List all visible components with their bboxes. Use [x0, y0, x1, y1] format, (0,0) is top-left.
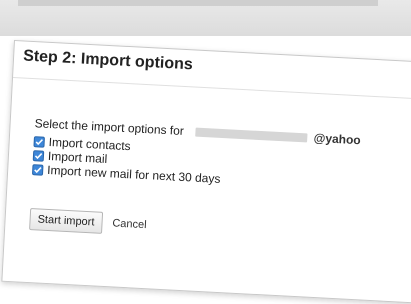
checkbox-import-contacts[interactable]	[33, 135, 46, 148]
cancel-link[interactable]: Cancel	[112, 217, 147, 231]
email-domain: @yahoo	[313, 130, 362, 148]
import-new-mail-label: Import new mail for next 30 days	[46, 162, 221, 186]
dialog-title: Step 2: Import options	[22, 47, 194, 74]
checkmark-icon	[35, 138, 44, 145]
checkmark-icon	[34, 152, 43, 159]
redacted-email-username	[195, 127, 308, 143]
background-window	[0, 0, 411, 36]
checkbox-import-mail[interactable]	[32, 149, 45, 162]
start-import-button[interactable]: Start import	[29, 208, 103, 234]
import-options-dialog: Step 2: Import options Select the import…	[1, 40, 411, 304]
background-window-edge	[18, 0, 378, 6]
title-divider	[13, 77, 411, 100]
checkbox-import-new-mail[interactable]	[31, 163, 44, 176]
checkmark-icon	[34, 166, 42, 173]
dialog-buttons: Start import Cancel	[29, 208, 147, 236]
import-new-mail-option[interactable]: Import new mail for next 30 days	[31, 162, 221, 186]
